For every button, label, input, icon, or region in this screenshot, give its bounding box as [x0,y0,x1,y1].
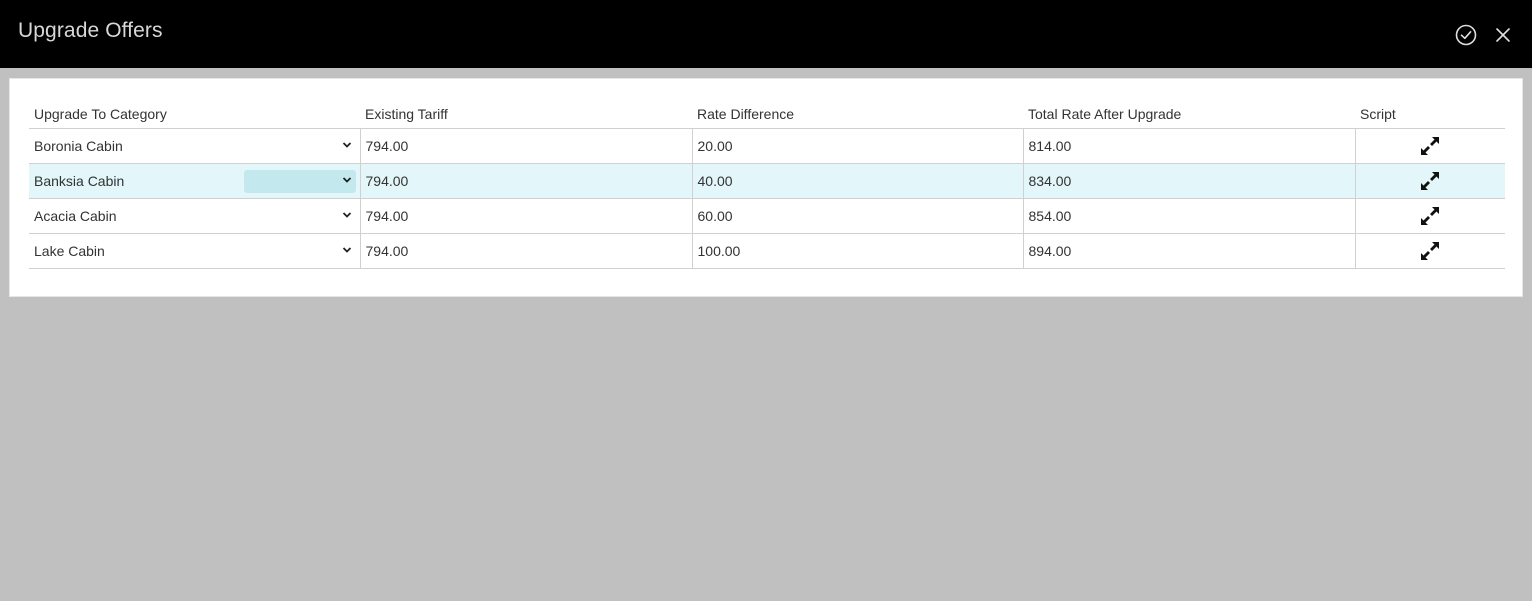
total-rate-cell: 854.00 [1022,198,1355,234]
chevron-down-icon [342,246,351,253]
rate-difference-cell: 20.00 [691,128,1023,164]
existing-tariff-cell: 794.00 [359,128,692,164]
table-row[interactable]: Lake Cabin 794.00 100.00 894.00 [29,233,1505,269]
total-rate-cell: 814.00 [1022,128,1355,164]
chevron-down-icon [342,176,351,183]
upgrade-offers-panel: Upgrade To Category Existing Tariff Rate… [9,78,1523,297]
category-select[interactable]: Acacia Cabin [29,198,360,234]
category-dropdown-button[interactable] [244,205,356,228]
expand-icon[interactable] [1419,170,1441,192]
category-select[interactable]: Boronia Cabin [29,128,360,164]
total-rate-cell: 834.00 [1022,163,1355,199]
existing-tariff-cell: 794.00 [359,163,692,199]
expand-icon[interactable] [1419,205,1441,227]
category-value: Lake Cabin [34,242,105,259]
expand-icon[interactable] [1419,240,1441,262]
total-rate-cell: 894.00 [1022,233,1355,269]
column-header-existing-tariff: Existing Tariff [360,101,692,129]
column-header-total-rate-after-upgrade: Total Rate After Upgrade [1023,101,1355,129]
check-circle-icon[interactable] [1455,24,1477,46]
category-select[interactable]: Lake Cabin [29,233,360,269]
table-header-row: Upgrade To Category Existing Tariff Rate… [29,101,1505,129]
close-icon[interactable] [1494,26,1512,44]
existing-tariff-cell: 794.00 [359,198,692,234]
column-header-rate-difference: Rate Difference [692,101,1023,129]
script-cell [1354,128,1505,164]
script-cell [1354,233,1505,269]
script-cell [1354,198,1505,234]
rate-difference-cell: 40.00 [691,163,1023,199]
category-value: Boronia Cabin [34,137,123,154]
dialog-header: Upgrade Offers [0,0,1532,68]
rate-difference-cell: 60.00 [691,198,1023,234]
category-dropdown-button[interactable] [244,135,356,158]
chevron-down-icon [342,211,351,218]
column-header-script: Script [1355,101,1505,129]
table-row[interactable]: Acacia Cabin 794.00 60.00 854.00 [29,198,1505,234]
chevron-down-icon [342,141,351,148]
category-value: Banksia Cabin [34,172,125,189]
existing-tariff-cell: 794.00 [359,233,692,269]
script-cell [1354,163,1505,199]
category-dropdown-button[interactable] [244,240,356,263]
table-row[interactable]: Boronia Cabin 794.00 20.00 814.00 [29,128,1505,164]
category-value: Acacia Cabin [34,207,117,224]
category-select[interactable]: Banksia Cabin [29,163,360,199]
expand-icon[interactable] [1419,135,1441,157]
rate-difference-cell: 100.00 [691,233,1023,269]
table-row[interactable]: Banksia Cabin 794.00 40.00 834.00 [29,163,1505,199]
dialog-title: Upgrade Offers [18,19,163,42]
upgrade-offers-table: Upgrade To Category Existing Tariff Rate… [29,101,1505,269]
category-dropdown-button[interactable] [243,169,356,193]
column-header-upgrade-to-category: Upgrade To Category [29,101,360,129]
